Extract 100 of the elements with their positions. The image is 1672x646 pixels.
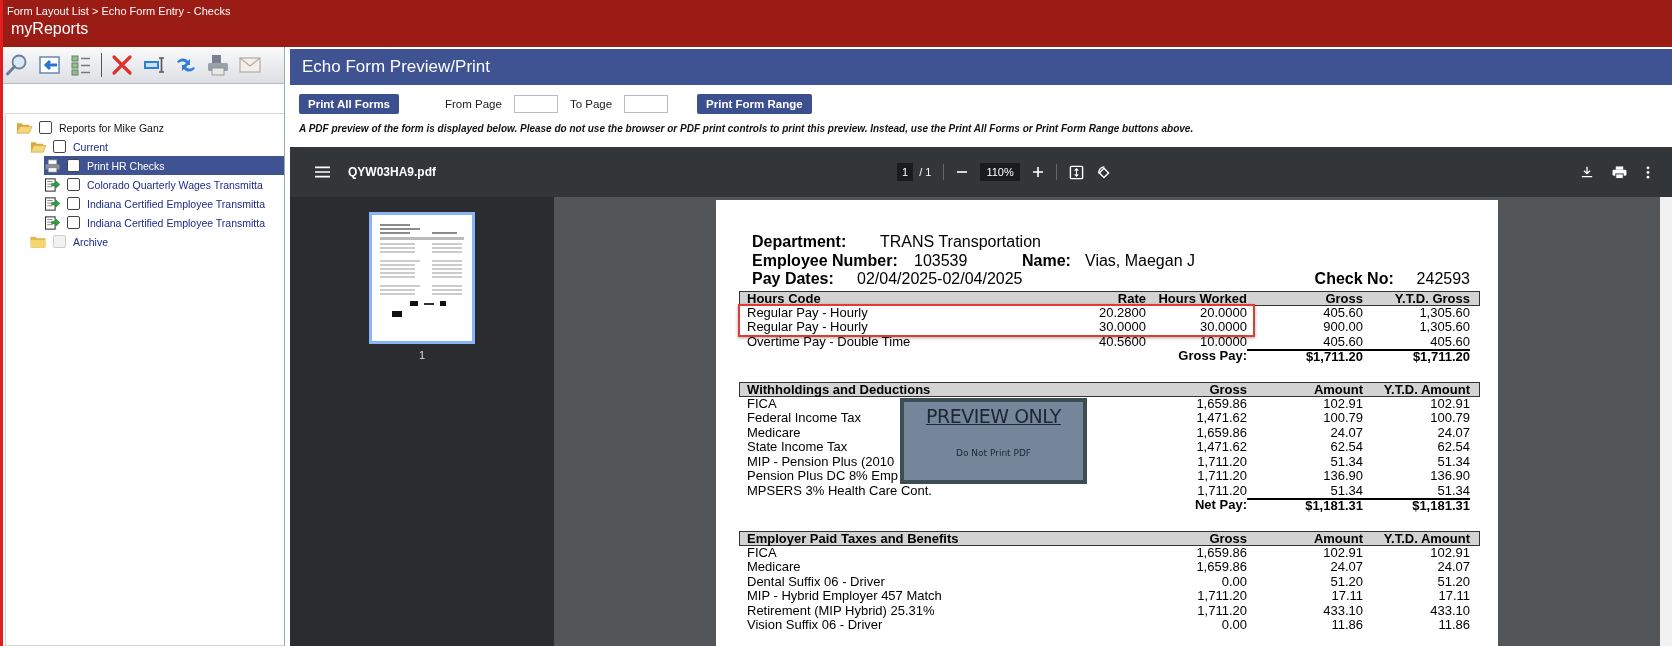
table-cell-text: 136.90 <box>1429 469 1470 484</box>
column-header: Y.T.D. Amount <box>1382 531 1470 546</box>
table-cell-text: 51.20 <box>1329 574 1363 589</box>
checkbox[interactable] <box>67 178 80 191</box>
column-header: Gross <box>1324 291 1363 306</box>
table-cell: Vision Suffix 06 - Driver <box>747 618 883 633</box>
printer-icon <box>44 158 61 173</box>
document-arrow-icon <box>44 215 61 230</box>
tree-item[interactable]: Indiana Certified Employee Transmitta <box>44 194 284 213</box>
page-number-field[interactable]: 1 <box>897 163 914 181</box>
overlay-text: Do Not Print PDF <box>956 448 1031 458</box>
table-cell-text: 24.07 <box>1329 425 1363 440</box>
column-header: Y.T.D. Amount <box>1382 382 1470 397</box>
rotate-icon[interactable] <box>1095 164 1111 180</box>
checkbox[interactable] <box>67 159 80 172</box>
table-cell-text: 1,711.20 <box>1196 603 1247 618</box>
tree-item[interactable]: Colorado Quarterly Wages Transmitta <box>44 175 284 194</box>
column-header: Employer Paid Taxes and Benefits <box>747 531 959 546</box>
total-label: Gross Pay: <box>1177 349 1247 364</box>
tree-item[interactable]: Indiana Certified Employee Transmitta <box>44 213 284 232</box>
checklist-icon[interactable] <box>69 53 93 77</box>
table-cell: State Income Tax <box>747 440 848 455</box>
table-cell-text: 1,711.20 <box>1196 483 1247 498</box>
scrollbar[interactable] <box>1660 197 1672 646</box>
table-cell-text: 51.34 <box>1436 454 1470 469</box>
zoom-field[interactable]: 110% <box>980 163 1020 181</box>
field-label: Name: <box>1022 251 1072 270</box>
table-cell-text: 51.34 <box>1329 454 1363 469</box>
overlay-title: PREVIEW ONLY <box>926 405 1061 427</box>
checkbox[interactable] <box>67 197 80 210</box>
table-cell: $1,181.31 <box>1363 498 1470 513</box>
field-value: 02/04/2025-02/04/2025 <box>857 270 1024 289</box>
tree-item[interactable]: Print HR Checks <box>44 156 284 175</box>
zoom-in-icon[interactable] <box>1031 166 1044 178</box>
fit-page-icon[interactable] <box>1068 164 1084 180</box>
document-arrow-icon <box>44 177 61 192</box>
input-field[interactable] <box>513 95 558 113</box>
table-cell-text: 1,711.20 <box>1196 589 1247 604</box>
table-cell: $1,181.31 <box>1247 498 1363 513</box>
table-cell: MIP - Pension Plus (2010 <box>747 454 895 469</box>
table-cell-text: 102.91 <box>1429 396 1470 411</box>
thumbnail-label: 1 <box>418 349 426 361</box>
table-cell-text: 11.86 <box>1437 618 1470 633</box>
table-cell: $1,711.20 <box>1247 349 1363 364</box>
table-cell-text: 20.0000 <box>1199 305 1247 320</box>
table-cell: MIP - Hybrid Employer 457 Match <box>747 589 942 604</box>
table-cell-text: 136.90 <box>1322 469 1363 484</box>
input-field[interactable] <box>624 95 669 113</box>
column-header: Y.T.D. Gross <box>1393 291 1470 306</box>
table-cell-text: 102.91 <box>1322 396 1363 411</box>
panel-title: Echo Form Preview/Print <box>290 49 1672 85</box>
checkbox[interactable] <box>39 121 52 134</box>
print-icon[interactable] <box>1612 165 1627 179</box>
table-cell-text: 433.10 <box>1429 603 1470 618</box>
table-cell: $1,711.20 <box>1363 349 1470 364</box>
print-range-button[interactable]: Print Form Range <box>697 94 812 114</box>
field-label: Check No: <box>1314 270 1395 289</box>
table-cell-text: 11.86 <box>1330 618 1363 633</box>
table-cell: Dental Suffix 06 - Driver <box>747 574 885 589</box>
column-header: Gross <box>1208 531 1247 546</box>
printer-icon[interactable] <box>206 53 230 77</box>
more-options-icon[interactable] <box>1646 165 1650 179</box>
table-cell: MPSERS 3% Health Care Cont. <box>747 483 932 498</box>
column-header: Withholdings and Deductions <box>747 382 931 397</box>
table-cell: Regular Pay - Hourly <box>747 320 868 335</box>
delete-icon[interactable] <box>110 53 134 77</box>
table-cell: Pension Plus DC 8% Emp <box>747 469 898 484</box>
checkbox[interactable] <box>53 140 66 153</box>
table-cell-text: 51.34 <box>1436 483 1470 498</box>
arrow-into-box-icon[interactable] <box>37 53 61 77</box>
table-cell-text: 405.60 <box>1322 305 1363 320</box>
table-cell-text: 30.0000 <box>1199 320 1247 335</box>
tree-item[interactable]: Reports for Mike Ganz <box>16 118 284 137</box>
page-thumbnail[interactable] <box>369 212 475 344</box>
table-cell-text: 1,471.62 <box>1195 440 1247 455</box>
table-cell-text: 102.91 <box>1429 545 1470 560</box>
table-cell-text: 17.11 <box>1437 589 1470 604</box>
menu-icon[interactable] <box>315 166 330 178</box>
table-cell-text: 24.07 <box>1329 560 1363 575</box>
table-cell-text: 0.00 <box>1220 574 1247 589</box>
field-label: Employee Number: <box>752 251 899 270</box>
table-cell-text: 1,711.20 <box>1196 469 1247 484</box>
table-cell-text: 433.10 <box>1322 603 1363 618</box>
checkbox[interactable] <box>67 216 80 229</box>
file-name: QYW03HA9.pdf <box>348 165 436 179</box>
print-all-button[interactable]: Print All Forms <box>299 94 399 114</box>
table-cell-text: 62.54 <box>1329 440 1363 455</box>
page-total: / 1 <box>919 166 932 178</box>
table-cell-text: 1,659.86 <box>1195 545 1247 560</box>
tree-item[interactable]: Current <box>30 137 284 156</box>
table-cell-text: 1,305.60 <box>1418 320 1470 335</box>
table-cell: Regular Pay - Hourly <box>747 305 868 320</box>
document-arrow-icon <box>44 196 61 211</box>
table-cell-text: 51.34 <box>1329 483 1363 498</box>
download-icon[interactable] <box>1581 166 1593 178</box>
search-icon[interactable] <box>5 53 29 77</box>
table-cell-text: 51.20 <box>1436 574 1470 589</box>
table-cell-text: 1,659.86 <box>1195 425 1247 440</box>
field-label: Pay Dates: <box>752 270 835 289</box>
table-cell-text: 30.0000 <box>1098 320 1146 335</box>
